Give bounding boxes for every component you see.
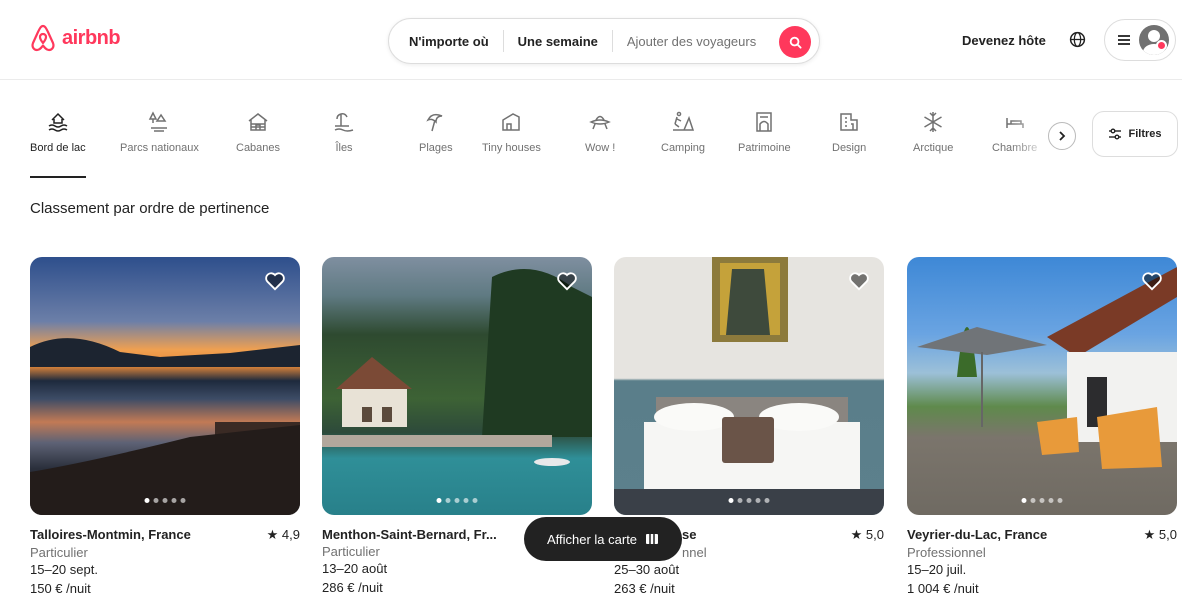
category-patrimoine[interactable]: Patrimoine	[738, 110, 791, 154]
rating-value: 5,0	[1158, 527, 1177, 542]
park-icon	[149, 111, 168, 132]
notification-dot	[1156, 40, 1167, 51]
category-cabanes[interactable]: Cabanes	[236, 110, 280, 154]
listing-price: 286 € /nuit	[322, 580, 383, 595]
listing-photo[interactable]	[322, 257, 592, 515]
category-next-button[interactable]	[1048, 122, 1076, 150]
design-icon	[840, 113, 858, 131]
heart-icon[interactable]	[556, 271, 578, 296]
search-when[interactable]: Une semaine	[504, 34, 612, 49]
listing-title: Talloires-Montmin, France	[30, 527, 191, 542]
category-parcs-nationaux[interactable]: Parcs nationaux	[120, 110, 199, 154]
listing-rating: ★ 5,0	[1143, 527, 1177, 542]
category-camping[interactable]: Camping	[661, 110, 705, 154]
category-label: Tiny houses	[482, 142, 541, 154]
active-underline	[30, 176, 86, 178]
search-where[interactable]: N'importe où	[389, 34, 503, 49]
listing-price: 1 004 € /nuit	[907, 581, 979, 596]
tiny-house-icon	[502, 113, 521, 131]
rating-value: 4,9	[281, 527, 300, 542]
filters-button[interactable]: Filtres	[1092, 111, 1178, 157]
category-label: Wow !	[585, 142, 616, 154]
carousel-dots	[144, 498, 186, 503]
snowflake-icon	[924, 112, 943, 132]
user-menu-button[interactable]	[1104, 19, 1176, 61]
show-map-label: Afficher la carte	[546, 531, 638, 547]
category-label: Plages	[419, 142, 453, 154]
hamburger-icon	[1118, 35, 1130, 45]
become-host-link[interactable]: Devenez hôte	[962, 33, 1046, 48]
airbnb-logo[interactable]: airbnb	[30, 24, 121, 52]
listing-dates: 13–20 août	[322, 561, 388, 576]
category-label: Arctique	[913, 142, 954, 154]
listing-card[interactable]: Veyrier-du-Lac, France ★ 5,0 Professionn…	[907, 257, 1177, 596]
category-label: Parcs nationaux	[120, 142, 199, 154]
category-label: Bord de lac	[30, 142, 86, 154]
top-header: airbnb N'importe où Une semaine Ajouter …	[0, 0, 1182, 80]
listing-price: 263 € /nuit	[614, 581, 675, 596]
category-wow[interactable]: Wow !	[585, 110, 615, 154]
beach-icon	[426, 113, 443, 132]
category-arctique[interactable]: Arctique	[913, 110, 953, 154]
heart-icon[interactable]	[264, 271, 286, 296]
category-label: Cabanes	[236, 142, 281, 154]
search-icon	[789, 36, 802, 49]
listing-photo[interactable]	[907, 257, 1177, 515]
category-design[interactable]: Design	[832, 110, 866, 154]
search-bar[interactable]: N'importe où Une semaine Ajouter des voy…	[388, 18, 820, 64]
listing-dates: 15–20 juil.	[907, 562, 967, 577]
listing-photo[interactable]	[614, 257, 884, 515]
listing-rating: ★ 5,0	[850, 527, 884, 542]
ufo-icon	[589, 115, 612, 130]
listing-rating: ★ 4,9	[266, 527, 300, 542]
search-button[interactable]	[779, 26, 811, 58]
chevron-right-icon	[1059, 131, 1066, 141]
heart-icon[interactable]	[1141, 271, 1163, 296]
listing-title-row: Talloires-Montmin, France ★ 4,9	[30, 527, 300, 543]
category-tiny-houses[interactable]: Tiny houses	[482, 110, 541, 154]
sort-label: Classement par ordre de pertinence	[30, 200, 270, 217]
carousel-dots	[436, 498, 478, 503]
listing-host: Particulier	[30, 545, 88, 560]
cabin-icon	[248, 113, 268, 131]
listing-title: Veyrier-du-Lac, France	[907, 527, 1048, 542]
listing-host: Professionnel	[907, 545, 986, 560]
globe-icon[interactable]	[1069, 31, 1086, 53]
map-icon	[646, 534, 659, 544]
listing-photo[interactable]	[30, 257, 300, 515]
heritage-icon	[756, 112, 773, 132]
carousel-dots	[1021, 498, 1063, 503]
airbnb-logo-icon	[31, 24, 55, 52]
listing-title-row: Veyrier-du-Lac, France ★ 5,0	[907, 527, 1177, 543]
rating-value: 5,0	[865, 527, 884, 542]
filter-icon	[1109, 128, 1122, 140]
island-icon	[334, 113, 354, 132]
show-map-button[interactable]: Afficher la carte	[524, 517, 682, 561]
category-label: Patrimoine	[738, 142, 791, 154]
category-label: Îles	[335, 142, 353, 154]
heart-icon[interactable]	[848, 271, 870, 296]
category-label: Design	[832, 142, 867, 154]
category-plages[interactable]: Plages	[419, 110, 453, 154]
listing-price: 150 € /nuit	[30, 581, 91, 596]
listing-title: Menthon-Saint-Bernard, Fr...	[322, 527, 497, 542]
category-bar: Bord de lac Parcs nationaux Cabanes Îles…	[0, 100, 1182, 180]
listing-card[interactable]: Talloires-Montmin, France ★ 4,9 Particul…	[30, 257, 300, 596]
category-bord-de-lac[interactable]: Bord de lac	[30, 110, 86, 178]
category-label: Camping	[661, 142, 706, 154]
camping-icon	[673, 111, 695, 131]
filters-label: Filtres	[1128, 128, 1162, 140]
search-guests[interactable]: Ajouter des voyageurs	[613, 34, 770, 49]
category-iles[interactable]: Îles	[332, 110, 356, 154]
listing-dates: 25–30 août	[614, 562, 680, 577]
lake-icon	[48, 112, 68, 132]
carousel-dots	[728, 498, 770, 503]
listing-dates: 15–20 sept.	[30, 562, 98, 577]
brand-name: airbnb	[62, 26, 121, 49]
